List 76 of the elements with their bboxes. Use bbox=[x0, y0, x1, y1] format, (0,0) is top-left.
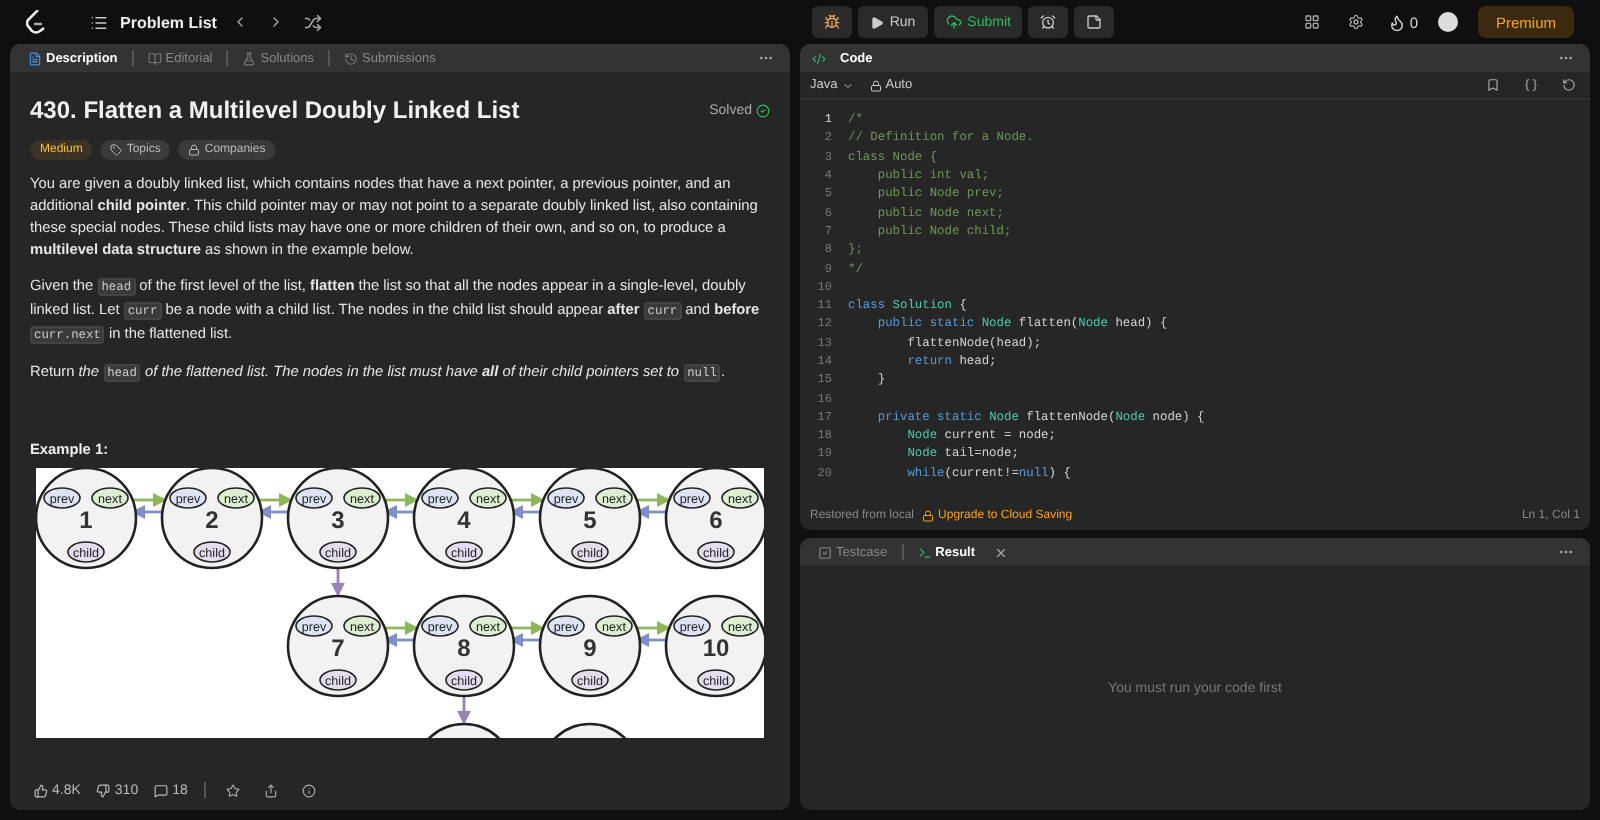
next-arrow bbox=[384, 493, 419, 507]
next-arrow bbox=[132, 493, 167, 507]
layout-button[interactable] bbox=[1299, 10, 1324, 34]
node-value: 9 bbox=[583, 634, 597, 662]
node-value: 3 bbox=[331, 506, 345, 534]
flask-icon bbox=[242, 51, 257, 65]
cloud-upload-icon bbox=[945, 14, 962, 30]
check-circle-icon bbox=[756, 103, 770, 117]
chevron-down-icon bbox=[841, 79, 854, 91]
info-icon bbox=[301, 783, 316, 797]
node-value: 8 bbox=[457, 634, 471, 662]
close-icon bbox=[993, 545, 1008, 559]
prev-arrow bbox=[635, 633, 670, 647]
share-icon bbox=[263, 783, 278, 797]
document-icon bbox=[28, 51, 42, 65]
flame-icon bbox=[1387, 13, 1406, 31]
list-icon bbox=[90, 13, 108, 31]
bookmark-button[interactable] bbox=[1482, 74, 1504, 96]
star-icon bbox=[225, 783, 240, 797]
problem-list-link[interactable]: Problem List bbox=[120, 13, 217, 31]
tag-icon bbox=[110, 144, 123, 156]
lock-icon bbox=[922, 510, 935, 522]
next-arrow bbox=[258, 493, 293, 507]
prev-arrow bbox=[257, 505, 292, 519]
thumbs-down-icon bbox=[96, 783, 111, 797]
next-arrow bbox=[636, 621, 671, 635]
terminal-icon bbox=[917, 545, 932, 559]
node-value: 7 bbox=[331, 634, 345, 662]
node-value: 1 bbox=[79, 506, 93, 534]
next-arrow bbox=[510, 621, 545, 635]
shuffle-icon bbox=[304, 13, 323, 31]
prev-arrow bbox=[383, 505, 418, 519]
next-arrow bbox=[636, 493, 671, 507]
note-icon bbox=[1086, 14, 1103, 30]
checkbox-icon bbox=[818, 545, 832, 559]
problem-title: 430. Flatten a Multilevel Doubly Linked List bbox=[30, 96, 520, 124]
alarm-clock-icon bbox=[1040, 14, 1057, 30]
next-arrow bbox=[384, 621, 419, 635]
code-icon bbox=[812, 51, 826, 65]
prev-arrow bbox=[635, 505, 670, 519]
prev-arrow bbox=[383, 633, 418, 647]
comment-icon bbox=[154, 783, 169, 797]
child-arrow bbox=[457, 696, 471, 725]
shuffle-button[interactable] bbox=[300, 9, 327, 35]
prev-arrow bbox=[509, 633, 544, 647]
settings-button[interactable] bbox=[1343, 10, 1368, 34]
node-value: 10 bbox=[702, 634, 730, 662]
lock-icon bbox=[869, 79, 882, 91]
child-arrow bbox=[331, 568, 345, 597]
book-icon bbox=[147, 51, 162, 65]
history-icon bbox=[344, 51, 358, 65]
settings-icon bbox=[1347, 14, 1364, 30]
grid-icon bbox=[1303, 14, 1320, 30]
debug-button[interactable] bbox=[811, 6, 852, 38]
format-button[interactable] bbox=[1520, 74, 1542, 96]
node-value: 5 bbox=[583, 506, 597, 534]
braces-icon bbox=[1524, 78, 1538, 92]
logo-icon[interactable] bbox=[26, 10, 46, 34]
bookmark-icon bbox=[1486, 78, 1500, 92]
node-value: 4 bbox=[457, 506, 471, 534]
prev-arrow bbox=[509, 505, 544, 519]
lock-icon bbox=[188, 144, 201, 156]
undo-icon bbox=[1562, 78, 1576, 92]
favorite-button[interactable] bbox=[221, 779, 244, 801]
avatar[interactable] bbox=[1437, 12, 1458, 32]
prev-arrow bbox=[131, 505, 166, 519]
reset-button[interactable] bbox=[1558, 74, 1580, 96]
thumbs-up-icon bbox=[34, 783, 48, 797]
node-value: 2 bbox=[205, 506, 219, 534]
help-button[interactable] bbox=[297, 779, 320, 801]
next-arrow bbox=[510, 493, 545, 507]
node-value: 6 bbox=[709, 506, 723, 534]
timer-button[interactable] bbox=[1028, 6, 1069, 38]
notes-button[interactable] bbox=[1074, 6, 1115, 38]
play-icon bbox=[869, 15, 884, 29]
bug-icon bbox=[823, 14, 840, 30]
